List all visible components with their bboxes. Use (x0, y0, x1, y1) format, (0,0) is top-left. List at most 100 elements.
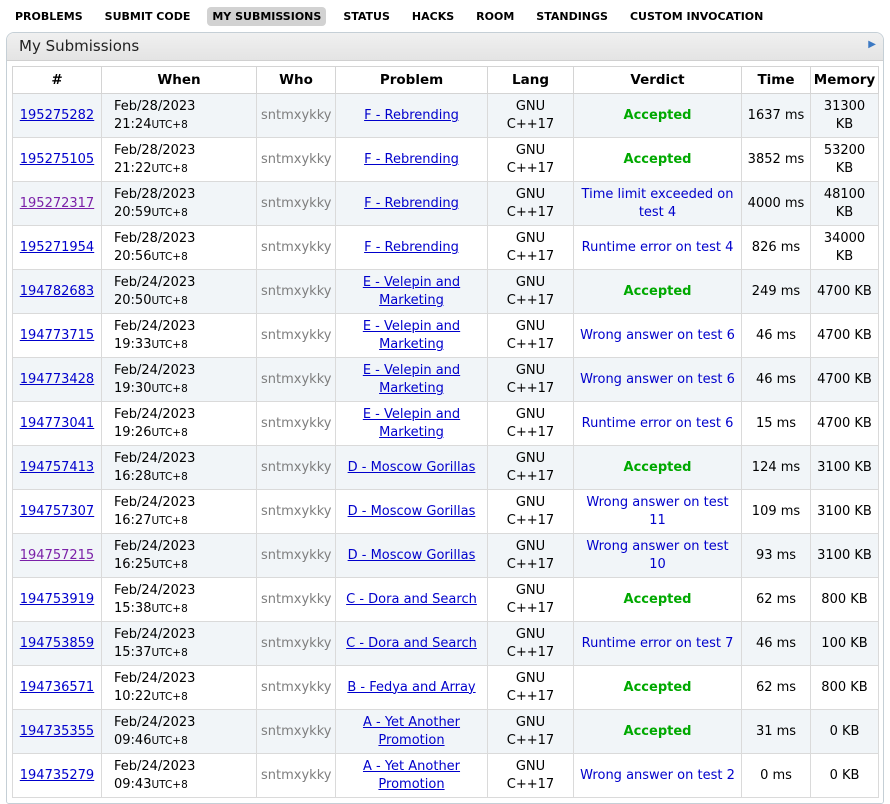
problem-link[interactable]: C - Dora and Search (346, 636, 477, 651)
submission-row: 194773428 Feb/24/2023 19:30UTC+8 sntmxyk… (13, 358, 879, 402)
submission-id-link[interactable]: 195272317 (20, 196, 94, 211)
submission-id-link[interactable]: 194753859 (20, 636, 94, 651)
submission-when-cell: Feb/24/2023 15:37UTC+8 (102, 622, 257, 666)
submission-id-link[interactable]: 194757307 (20, 504, 94, 519)
submission-time-of-day: 15:38UTC+8 (114, 600, 252, 618)
problem-link[interactable]: E - Velepin and Marketing (363, 407, 460, 440)
problem-link[interactable]: D - Moscow Gorillas (348, 548, 476, 563)
verdict-text: Wrong answer on test 6 (580, 372, 735, 387)
problem-link[interactable]: F - Rebrending (364, 108, 459, 123)
nav-tab-problems[interactable]: PROBLEMS (10, 7, 88, 26)
problem-link[interactable]: F - Rebrending (364, 240, 459, 255)
problem-link[interactable]: F - Rebrending (364, 196, 459, 211)
nav-tab-custom-invocation[interactable]: CUSTOM INVOCATION (625, 7, 768, 26)
submission-problem-cell: B - Fedya and Array (336, 666, 488, 710)
submission-id-link[interactable]: 195271954 (20, 240, 94, 255)
user-handle-link[interactable]: sntmxykky (261, 504, 331, 519)
submission-verdict-cell: Wrong answer on test 10 (574, 534, 742, 578)
timezone-label: UTC+8 (151, 163, 187, 175)
submission-id-cell: 194757413 (13, 446, 102, 490)
nav-tab-room[interactable]: ROOM (471, 7, 519, 26)
submission-id-link[interactable]: 194735355 (20, 724, 94, 739)
user-handle-link[interactable]: sntmxykky (261, 284, 331, 299)
submission-id-link[interactable]: 194782683 (20, 284, 94, 299)
submission-date: Feb/24/2023 (114, 450, 252, 468)
nav-tab-my-submissions[interactable]: MY SUBMISSIONS (207, 7, 326, 26)
submission-id-cell: 195271954 (13, 226, 102, 270)
submission-id-link[interactable]: 195275282 (20, 108, 94, 123)
submission-when-cell: Feb/24/2023 19:26UTC+8 (102, 402, 257, 446)
problem-link[interactable]: C - Dora and Search (346, 592, 477, 607)
user-handle-link[interactable]: sntmxykky (261, 328, 331, 343)
user-handle-link[interactable]: sntmxykky (261, 240, 331, 255)
submission-id-link[interactable]: 194736571 (20, 680, 94, 695)
submission-id-link[interactable]: 194757215 (20, 548, 94, 563)
nav-tab-standings[interactable]: STANDINGS (531, 7, 613, 26)
submission-date: Feb/24/2023 (114, 670, 252, 688)
problem-link[interactable]: F - Rebrending (364, 152, 459, 167)
verdict-text: Runtime error on test 7 (582, 636, 734, 651)
submission-id-cell: 194753859 (13, 622, 102, 666)
submission-row: 194773041 Feb/24/2023 19:26UTC+8 sntmxyk… (13, 402, 879, 446)
submission-id-link[interactable]: 194773428 (20, 372, 94, 387)
user-handle-link[interactable]: sntmxykky (261, 636, 331, 651)
user-handle-link[interactable]: sntmxykky (261, 592, 331, 607)
submissions-panel: My Submissions ▶ #WhenWhoProblemLangVerd… (6, 32, 884, 804)
submission-when-cell: Feb/24/2023 20:50UTC+8 (102, 270, 257, 314)
submission-time-of-day: 16:28UTC+8 (114, 468, 252, 486)
panel-content: #WhenWhoProblemLangVerdictTimeMemory 195… (7, 61, 883, 803)
problem-link[interactable]: E - Velepin and Marketing (363, 319, 460, 352)
submission-who-cell: sntmxykky (257, 666, 336, 710)
submission-id-cell: 194735355 (13, 710, 102, 754)
submission-when-cell: Feb/24/2023 16:25UTC+8 (102, 534, 257, 578)
submission-time-cell: 93 ms (742, 534, 811, 578)
submission-memory-cell: 800 KB (811, 578, 879, 622)
problem-link[interactable]: B - Fedya and Array (347, 680, 475, 695)
nav-tab-hacks[interactable]: HACKS (407, 7, 459, 26)
submission-id-cell: 194753919 (13, 578, 102, 622)
submission-id-link[interactable]: 194753919 (20, 592, 94, 607)
problem-link[interactable]: D - Moscow Gorillas (348, 504, 476, 519)
submission-who-cell: sntmxykky (257, 314, 336, 358)
column-header-verdict: Verdict (574, 67, 742, 94)
submission-id-link[interactable]: 195275105 (20, 152, 94, 167)
submission-row: 194757215 Feb/24/2023 16:25UTC+8 sntmxyk… (13, 534, 879, 578)
problem-link[interactable]: E - Velepin and Marketing (363, 363, 460, 396)
panel-expand-arrow-icon[interactable]: ▶ (868, 40, 876, 50)
submission-who-cell: sntmxykky (257, 622, 336, 666)
nav-tab-submit-code[interactable]: SUBMIT CODE (100, 7, 196, 26)
user-handle-link[interactable]: sntmxykky (261, 108, 331, 123)
user-handle-link[interactable]: sntmxykky (261, 196, 331, 211)
problem-link[interactable]: A - Yet Another Promotion (363, 759, 460, 792)
submission-id-link[interactable]: 194773041 (20, 416, 94, 431)
user-handle-link[interactable]: sntmxykky (261, 768, 331, 783)
problem-link[interactable]: E - Velepin and Marketing (363, 275, 460, 308)
submission-date: Feb/24/2023 (114, 714, 252, 732)
problem-link[interactable]: D - Moscow Gorillas (348, 460, 476, 475)
timezone-label: UTC+8 (151, 383, 187, 395)
submission-who-cell: sntmxykky (257, 754, 336, 798)
user-handle-link[interactable]: sntmxykky (261, 680, 331, 695)
verdict-text: Accepted (624, 284, 692, 299)
submission-id-link[interactable]: 194773715 (20, 328, 94, 343)
user-handle-link[interactable]: sntmxykky (261, 548, 331, 563)
submission-date: Feb/24/2023 (114, 494, 252, 512)
timezone-label: UTC+8 (151, 295, 187, 307)
submission-id-link[interactable]: 194735279 (20, 768, 94, 783)
nav-tab-status[interactable]: STATUS (338, 7, 395, 26)
submission-time-cell: 62 ms (742, 578, 811, 622)
submission-memory-cell: 48100 KB (811, 182, 879, 226)
submission-verdict-cell: Time limit exceeded on test 4 (574, 182, 742, 226)
user-handle-link[interactable]: sntmxykky (261, 724, 331, 739)
user-handle-link[interactable]: sntmxykky (261, 372, 331, 387)
user-handle-link[interactable]: sntmxykky (261, 152, 331, 167)
user-handle-link[interactable]: sntmxykky (261, 416, 331, 431)
submission-time-of-day: 19:33UTC+8 (114, 336, 252, 354)
submission-id-link[interactable]: 194757413 (20, 460, 94, 475)
user-handle-link[interactable]: sntmxykky (261, 460, 331, 475)
submission-who-cell: sntmxykky (257, 182, 336, 226)
submission-date: Feb/24/2023 (114, 538, 252, 556)
problem-link[interactable]: A - Yet Another Promotion (363, 715, 460, 748)
submission-memory-cell: 4700 KB (811, 358, 879, 402)
submission-lang-cell: GNU C++17 (488, 622, 574, 666)
